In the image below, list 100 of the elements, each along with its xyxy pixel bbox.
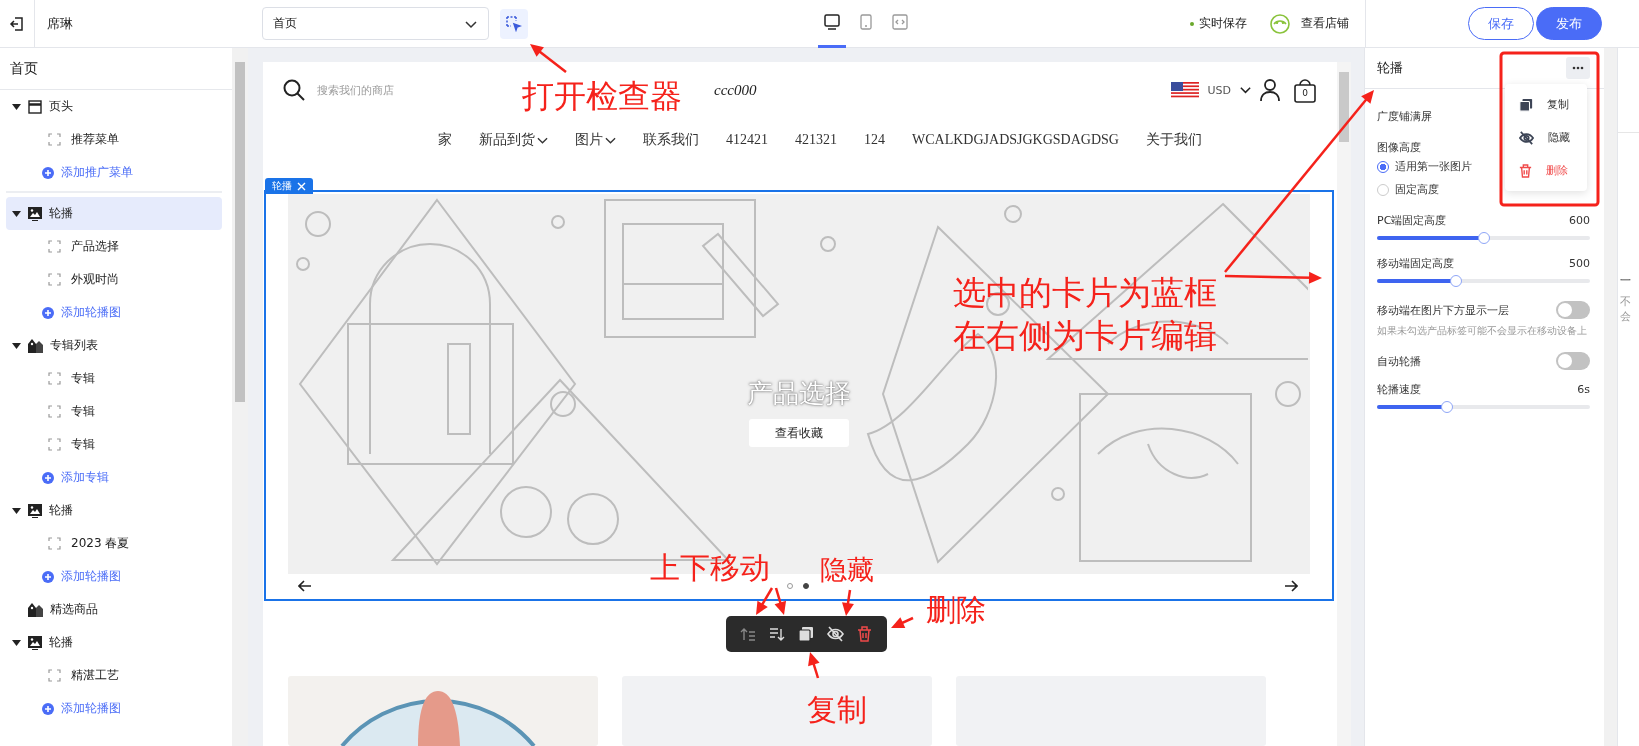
view-collection-button[interactable]: 查看收藏 xyxy=(749,419,849,447)
tag-icon xyxy=(28,338,43,353)
product-card[interactable] xyxy=(622,676,932,746)
add-link[interactable]: 添加推广菜单 xyxy=(6,156,222,189)
tablet-icon xyxy=(857,13,875,31)
more-icon xyxy=(1572,66,1584,70)
setting-label: 自动轮播 xyxy=(1377,353,1421,369)
save-status: 实时保存 xyxy=(1190,15,1247,32)
tree-item[interactable]: 精选商品 xyxy=(6,593,222,626)
trash-icon xyxy=(1519,163,1532,178)
header-layout-icon xyxy=(28,99,42,114)
nav-link[interactable]: 新品到货 xyxy=(479,131,549,149)
cart-count: 0 xyxy=(1301,88,1309,98)
cropped-text: 不会 xyxy=(1620,294,1632,324)
caret-icon[interactable] xyxy=(12,342,21,349)
trash-icon[interactable] xyxy=(857,626,872,642)
nav-link[interactable]: WCALKDGJADSJGKGSDAGDSG xyxy=(912,132,1119,148)
view-store-link[interactable]: 查看店铺 xyxy=(1301,15,1349,32)
annotation-text: 选中的卡片为蓝框 在右侧为卡片编辑 xyxy=(953,272,1217,357)
caret-icon[interactable] xyxy=(12,210,21,217)
close-icon[interactable] xyxy=(297,181,306,191)
add-link[interactable]: 添加专辑 xyxy=(6,461,222,494)
add-link[interactable]: 添加轮播图 xyxy=(6,296,222,329)
tree-item[interactable]: 2023 春夏 xyxy=(6,527,222,560)
tree-item[interactable]: 轮播 xyxy=(6,494,222,527)
tree-item[interactable]: 专辑 xyxy=(6,362,222,395)
annotation-text: 上下移动 xyxy=(650,552,770,584)
caret-icon[interactable] xyxy=(12,507,21,514)
nav-link[interactable]: 412421 xyxy=(726,132,769,148)
tree-item[interactable]: 页头 xyxy=(6,90,222,123)
menu-item[interactable]: 复制 xyxy=(1505,88,1587,121)
toggle-switch[interactable] xyxy=(1556,352,1590,370)
panel-title: 轮播 xyxy=(1377,59,1403,77)
annotation-text: 复制 xyxy=(807,694,867,726)
more-button[interactable] xyxy=(1566,57,1590,79)
annotation-text: 打开检查器 xyxy=(522,80,682,114)
tree-item[interactable]: 轮播 xyxy=(6,626,222,659)
scrollbar[interactable] xyxy=(1604,48,1617,746)
nav-link[interactable]: 关于我们 xyxy=(1145,131,1202,149)
nav-link[interactable]: 图片 xyxy=(575,131,617,149)
page-select[interactable]: 首页 xyxy=(262,7,489,40)
exit-icon[interactable] xyxy=(9,15,25,32)
menu-item[interactable]: 隐藏 xyxy=(1505,121,1587,154)
nav-link[interactable]: 家 xyxy=(438,131,453,149)
arrow xyxy=(530,44,567,73)
setting-value: 500 xyxy=(1569,257,1590,270)
arrow-right-icon[interactable] xyxy=(1284,579,1298,592)
tree-item[interactable]: 轮播 xyxy=(6,197,222,230)
caret-icon[interactable] xyxy=(12,103,21,110)
user-icon[interactable] xyxy=(1260,79,1280,101)
slider[interactable] xyxy=(1377,401,1590,413)
tree-item[interactable]: 专辑列表 xyxy=(6,329,222,362)
store-name: 席琳 xyxy=(46,14,74,33)
tree-item[interactable]: 专辑 xyxy=(6,428,222,461)
setting-label: 广度铺满屏 xyxy=(1377,109,1433,124)
move-down-icon[interactable] xyxy=(769,626,785,642)
tree-item[interactable]: 外观时尚 xyxy=(6,263,222,296)
arrow-left-icon[interactable] xyxy=(298,579,312,592)
code-icon xyxy=(891,13,909,31)
slider[interactable] xyxy=(1377,232,1590,244)
monitor-icon xyxy=(823,13,841,31)
publish-button[interactable]: 发布 xyxy=(1536,7,1602,40)
tree-item[interactable]: 专辑 xyxy=(6,395,222,428)
carousel-dot[interactable] xyxy=(803,582,809,589)
inspector-button[interactable] xyxy=(500,8,528,39)
scrollbar[interactable] xyxy=(232,48,248,746)
add-link[interactable]: 添加轮播图 xyxy=(6,692,222,725)
setting-label: 图像高度 xyxy=(1377,140,1422,155)
currency-label[interactable]: USD xyxy=(1207,83,1231,97)
copy-icon xyxy=(1519,97,1533,112)
arrow xyxy=(756,587,774,615)
block-tag[interactable]: 轮播 xyxy=(265,178,313,194)
select-cursor-icon xyxy=(506,15,522,32)
image-icon xyxy=(28,503,42,518)
tree-item[interactable]: 精湛工艺 xyxy=(6,659,222,692)
shopping-bag-icon[interactable] xyxy=(1294,77,1316,103)
move-up-icon[interactable] xyxy=(740,626,756,642)
scrollbar[interactable] xyxy=(1337,62,1351,746)
copy-icon[interactable] xyxy=(798,626,814,642)
setting-label: 移动端在图片下方显示一层 xyxy=(1377,302,1509,318)
store-logo: ccc000 xyxy=(714,81,757,99)
eye-slash-icon[interactable] xyxy=(827,626,844,642)
save-button[interactable]: 保存 xyxy=(1468,7,1534,40)
add-link[interactable]: 添加轮播图 xyxy=(6,560,222,593)
setting-label: 移动端固定高度 xyxy=(1377,256,1454,271)
nav-link[interactable]: 124 xyxy=(864,132,886,148)
nav-link[interactable]: 421321 xyxy=(795,132,838,148)
annotation-text: 隐藏 xyxy=(820,556,874,585)
product-card[interactable] xyxy=(288,676,598,746)
setting-value: 6s xyxy=(1577,383,1590,396)
slider[interactable] xyxy=(1377,275,1590,287)
search-icon[interactable] xyxy=(283,79,305,101)
setting-hint: 如果未勾选产品标签可能不会显示在移动设备上 xyxy=(1377,324,1588,338)
cropped-text: 一 xyxy=(1620,273,1631,288)
tree-item[interactable]: 推荐菜单 xyxy=(6,123,222,156)
toggle-switch[interactable] xyxy=(1556,301,1590,319)
slide-title: 产品选择 xyxy=(747,378,851,410)
caret-icon[interactable] xyxy=(12,639,21,646)
nav-link[interactable]: 联系我们 xyxy=(643,131,700,149)
tree-item[interactable]: 产品选择 xyxy=(6,230,222,263)
